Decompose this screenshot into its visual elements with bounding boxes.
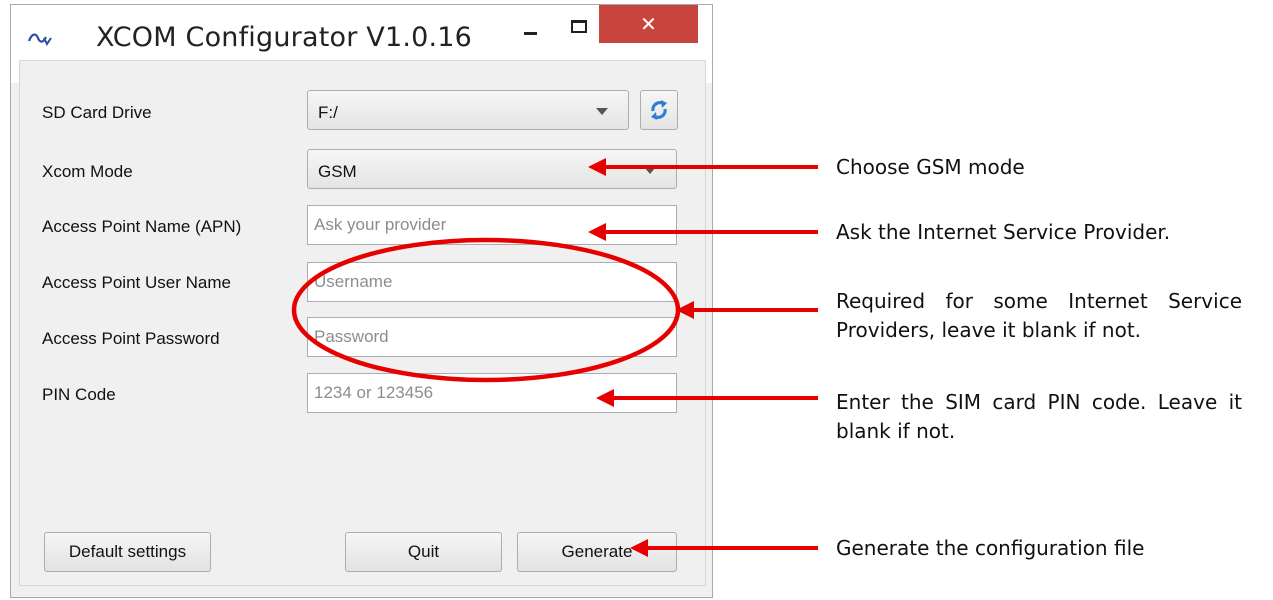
annotation-pin: Enter the SIM card PIN code. Leave it bl… [836,390,1242,443]
annotation-gsm: Choose GSM mode [836,155,1025,179]
annotation-credentials: Required for some Internet Service Provi… [836,289,1242,342]
annotation-generate: Generate the configuration file [836,536,1145,560]
credentials-highlight-ellipse [291,237,681,383]
annotation-apn: Ask the Internet Service Provider. [836,220,1171,244]
